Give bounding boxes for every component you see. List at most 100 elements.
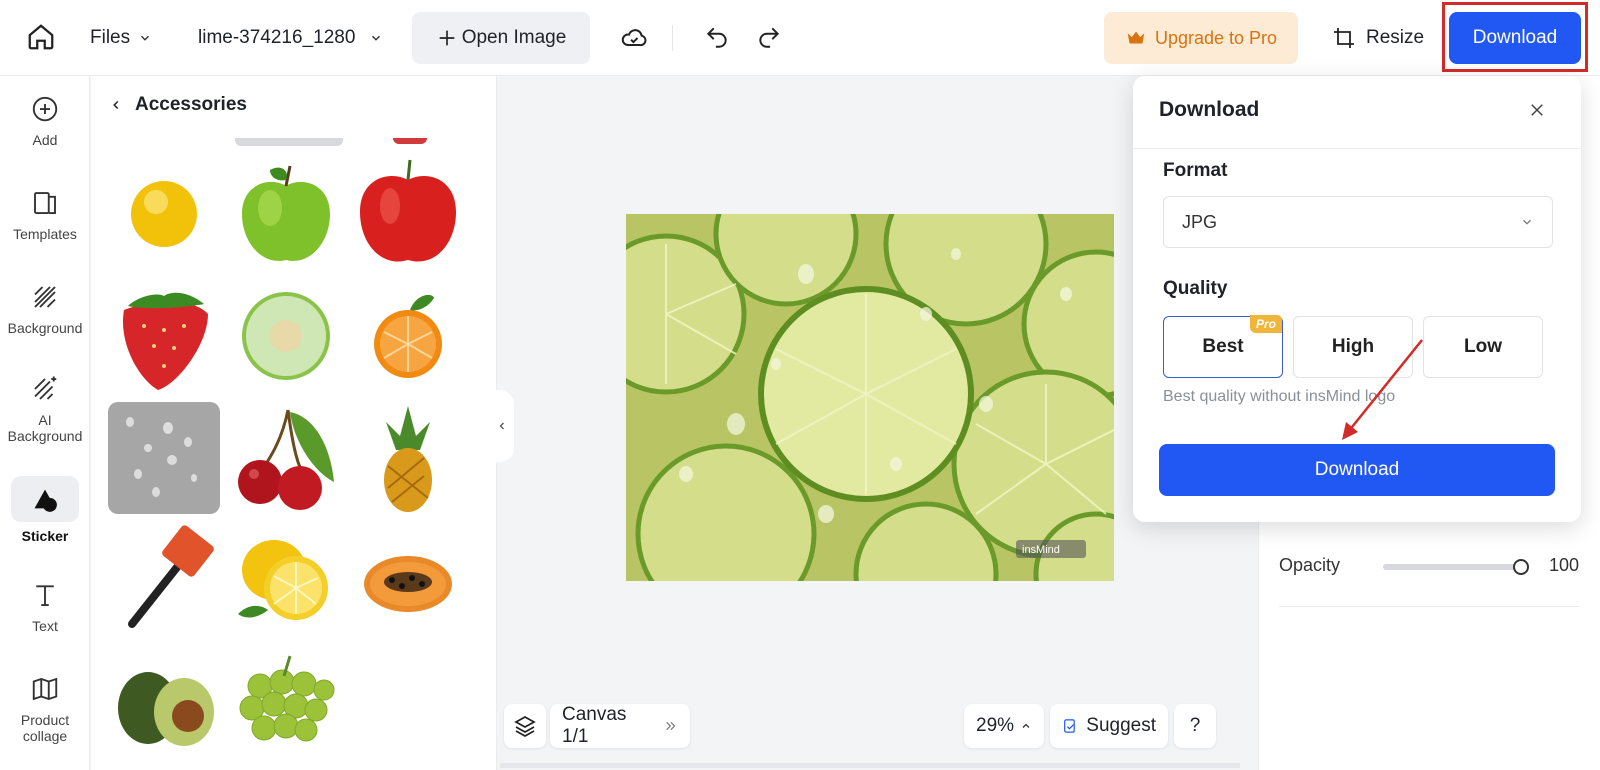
redo-button[interactable]	[756, 24, 782, 50]
honeydew-melon-image	[242, 292, 330, 380]
chevron-up-icon	[1022, 723, 1030, 728]
resize-button[interactable]: Resize	[1332, 22, 1424, 54]
sticker-lemon-drop[interactable]	[108, 156, 220, 268]
resize-label: Resize	[1366, 27, 1425, 48]
sticker-avocado[interactable]	[108, 646, 220, 758]
zoom-control[interactable]: 29%	[964, 704, 1044, 748]
close-icon	[1531, 104, 1543, 116]
opacity-slider-thumb[interactable]	[1513, 559, 1529, 575]
home-button[interactable]	[26, 20, 60, 54]
suggest-button[interactable]: Suggest	[1050, 704, 1168, 748]
suggest-label: Suggest	[1086, 715, 1156, 736]
quality-label: Quality	[1163, 278, 1228, 299]
upgrade-to-pro-button[interactable]: Upgrade to Pro	[1104, 12, 1298, 64]
rail-item-templates[interactable]: Templates	[0, 188, 90, 242]
rail-item-product-collage[interactable]: Product collage	[0, 674, 90, 744]
sticker-honeydew-melon[interactable]	[230, 280, 342, 392]
sticker-red-apple[interactable]	[352, 156, 464, 268]
sticker-lemon-slices[interactable]	[230, 524, 342, 636]
rail-item-background[interactable]: Background	[0, 282, 90, 336]
rail-label-add: Add	[32, 132, 58, 148]
rail-item-text[interactable]: Text	[0, 580, 90, 634]
crop-icon	[1334, 28, 1354, 48]
rail-label-text: Text	[32, 618, 58, 634]
top-bar: Files lime-374216_1280 Open Image Upgrad…	[0, 0, 1600, 76]
rail-item-add[interactable]: Add	[0, 94, 90, 148]
download-button[interactable]: Download	[1449, 12, 1581, 64]
home-icon	[28, 24, 54, 50]
close-button[interactable]	[1521, 94, 1553, 126]
opacity-row: Opacity 100	[1279, 550, 1579, 580]
files-menu[interactable]: Files	[90, 22, 152, 54]
help-button[interactable]: ?	[1174, 704, 1216, 748]
grapes-image	[239, 655, 335, 742]
rail-item-sticker[interactable]: Sticker	[0, 476, 90, 544]
popover-title: Download	[1159, 98, 1260, 121]
chevron-left-icon	[499, 422, 504, 430]
quality-option-high[interactable]: High	[1293, 316, 1413, 378]
sticker-cropped-top-2	[393, 138, 427, 144]
canvas-pager[interactable]: Canvas 1/1	[550, 704, 690, 748]
canvas-image[interactable]: insMind	[626, 214, 1114, 581]
sticker-water-drops[interactable]	[108, 402, 220, 514]
sticker-papaya[interactable]	[352, 524, 464, 636]
hammer-image	[128, 525, 214, 628]
papaya-image	[364, 556, 452, 612]
panel-title: Accessories	[135, 94, 247, 115]
quality-high-label: High	[1331, 336, 1375, 357]
cherries-image	[238, 409, 334, 510]
sticker-cropped-top	[235, 138, 343, 146]
sticker-hammer[interactable]	[108, 524, 220, 636]
sticker-grapes[interactable]	[230, 646, 342, 758]
open-image-button[interactable]: Open Image	[412, 12, 590, 64]
layers-button[interactable]	[504, 704, 546, 748]
quality-low-label: Low	[1464, 336, 1502, 357]
collapse-panel-button[interactable]	[490, 390, 514, 462]
format-value: JPG	[1182, 211, 1218, 232]
green-apple-image	[242, 165, 330, 261]
watermark-text: insMind	[1022, 544, 1060, 556]
sticker-panel: Accessories	[91, 76, 497, 770]
pineapple-image	[384, 406, 432, 512]
opacity-slider[interactable]	[1383, 564, 1521, 570]
undo-button[interactable]	[704, 24, 730, 50]
rail-item-ai-background[interactable]: AI Background	[0, 374, 90, 444]
sticker-green-apple[interactable]	[230, 156, 342, 268]
props-divider	[1279, 606, 1579, 607]
quality-hint: Best quality without insMind logo	[1163, 388, 1396, 405]
rail-label-templates: Templates	[13, 226, 77, 242]
popover-download-button[interactable]: Download	[1159, 444, 1555, 496]
orange-half-image	[374, 294, 442, 378]
chevron-down-icon	[1523, 219, 1531, 225]
redo-icon	[759, 27, 780, 48]
popover-divider	[1133, 148, 1581, 149]
sticker-strawberry[interactable]	[108, 280, 220, 392]
horizontal-scrollbar[interactable]	[500, 763, 1240, 768]
rail-label-sticker: Sticker	[21, 528, 69, 544]
files-label: Files	[90, 27, 131, 48]
water-drops-image	[126, 417, 197, 497]
quality-option-low[interactable]: Low	[1423, 316, 1543, 378]
opacity-value: 100	[1548, 554, 1579, 575]
format-select[interactable]: JPG	[1163, 196, 1553, 248]
cloud-save-button[interactable]	[620, 24, 648, 52]
filename-dropdown[interactable]: lime-374216_1280	[198, 22, 383, 54]
sticker-cherries[interactable]	[230, 402, 342, 514]
rail-label-background: Background	[7, 320, 83, 336]
background-icon	[34, 286, 56, 308]
quality-best-label: Best	[1202, 336, 1244, 357]
layers-icon	[514, 716, 536, 737]
text-icon	[36, 585, 54, 606]
filename-label: lime-374216_1280	[198, 27, 356, 48]
suggest-icon	[1064, 719, 1075, 733]
panel-back-header[interactable]: Accessories	[109, 94, 247, 116]
sticker-pineapple[interactable]	[352, 402, 464, 514]
strawberry-image	[122, 292, 208, 390]
quality-option-best[interactable]: Best Pro	[1163, 315, 1283, 378]
lemon-drop-image	[131, 181, 197, 247]
rail-label-ai-background: AI Background	[7, 412, 83, 444]
open-image-label: Open Image	[461, 27, 567, 48]
help-label: ?	[1189, 715, 1201, 736]
canvas-page-label: Canvas 1/1	[562, 704, 627, 747]
sticker-orange-half[interactable]	[352, 280, 464, 392]
